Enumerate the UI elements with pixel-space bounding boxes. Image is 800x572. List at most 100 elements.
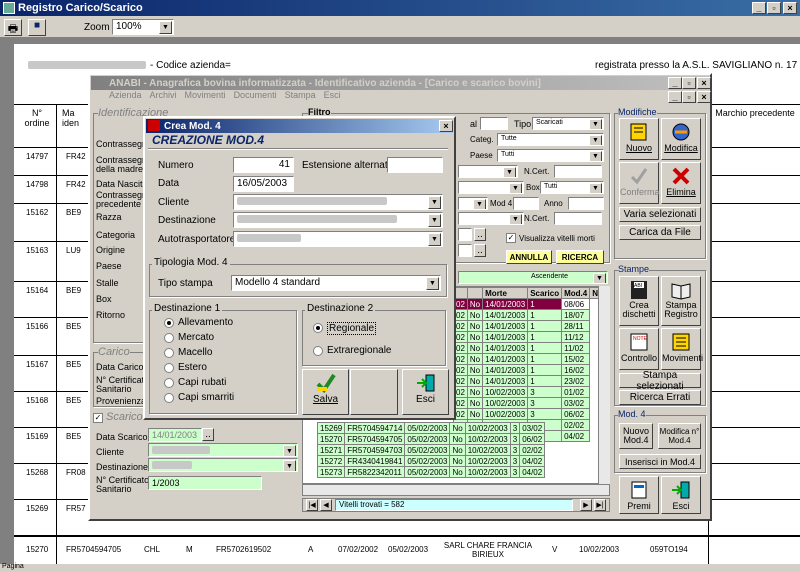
grid-row[interactable]: 02 No 14/01/2003 1 16/02 (453, 364, 609, 376)
dest-select[interactable]: ▼ (233, 212, 443, 228)
cert-scarico-field[interactable]: 1/2003 (148, 476, 262, 490)
nuovo-mod4-button[interactable]: Nuovo Mod.4 (619, 423, 653, 449)
data-scarico-button[interactable]: .. (202, 428, 214, 441)
ordine-select[interactable]: Ascendente ▼ (458, 271, 608, 284)
dest1-radio[interactable] (164, 378, 174, 388)
data-field[interactable]: 16/05/2003 (233, 176, 294, 192)
crea-dischetti-button[interactable]: ABI Crea dischetti (619, 276, 659, 326)
grid-row[interactable]: 02 No 14/01/2003 1 08/06 (453, 298, 609, 310)
menu-esci[interactable]: Esci (324, 90, 341, 104)
grid-row[interactable]: 02 No 14/01/2003 1 23/02 (453, 375, 609, 387)
grid-row[interactable]: 02 No 14/01/2003 1 11/02 (453, 342, 609, 354)
box-select[interactable]: Tutti ▼ (540, 181, 604, 194)
export-icon[interactable]: ■ (28, 19, 46, 36)
dest1-radio[interactable] (164, 318, 174, 328)
ncert-field[interactable] (554, 165, 602, 178)
stampa-sel-button[interactable]: Stampa selezionati (619, 370, 701, 392)
grid-hscroll[interactable] (302, 484, 610, 496)
menu-archivi[interactable]: Archivi (150, 90, 177, 104)
grid-row[interactable]: 02 No 14/01/2003 1 15/02 (453, 353, 609, 365)
inserisci-mod4-button[interactable]: Inserisci in Mod.4 (619, 454, 701, 469)
anabi-maximize[interactable]: ▫ (682, 77, 696, 89)
grid-row[interactable]: 02 No 14/01/2003 1 18/07 (453, 309, 609, 321)
child-restore[interactable]: ▫ (682, 91, 696, 103)
dest-scarico-field[interactable]: ▼ (148, 458, 298, 472)
filter-field-b[interactable]: ▼ (458, 181, 524, 194)
modifica-button[interactable]: Modifica (661, 118, 701, 160)
cliente-select[interactable]: ▼ (233, 194, 443, 210)
filter-e-button[interactable]: .. (474, 228, 486, 241)
carica-button[interactable]: Carica da File (619, 225, 701, 240)
filter-field-c[interactable]: ▼ (458, 197, 488, 210)
al-field[interactable] (480, 117, 508, 130)
dest1-radio[interactable] (164, 348, 174, 358)
grid-row[interactable]: 02 No 14/01/2003 1 11/12 (453, 331, 609, 343)
est-field[interactable] (387, 157, 443, 173)
child-close[interactable]: × (697, 91, 711, 103)
conferma-button[interactable]: Conferma (619, 162, 660, 204)
printer-icon[interactable]: 🖶 (4, 19, 22, 36)
categ-select[interactable]: Tutte ▼ (497, 133, 604, 146)
child-minimize[interactable]: _ (668, 91, 682, 103)
esci-anabi-button[interactable]: Esci (661, 476, 701, 514)
grid-vscroll[interactable] (598, 286, 610, 484)
data-scarico-field[interactable]: 14/01/2003 (148, 428, 202, 442)
filter-field-a[interactable]: ▼ (458, 165, 518, 178)
cliente-scarico-field[interactable]: ▼ (148, 443, 298, 457)
zoom-select[interactable]: 100% ▼ (112, 19, 174, 35)
grid-row[interactable]: 02 No 14/01/2003 1 28/11 (453, 320, 609, 332)
grid-full-row[interactable]: 15269 FR5704594714 05/02/2003 No 10/02/2003 3… (316, 422, 546, 434)
nuovo-button[interactable]: Nuovo (619, 118, 659, 160)
esci-dialog-button[interactable]: Esci (402, 369, 449, 415)
premi-button[interactable]: Premi (619, 476, 659, 514)
nav-next-button[interactable]: ▶ (580, 499, 592, 511)
ncert2-field[interactable] (554, 212, 602, 225)
movimenti-button[interactable]: Movimenti (661, 328, 703, 370)
auto-select[interactable]: ▼ (233, 231, 443, 247)
filter-f-button[interactable]: .. (474, 244, 486, 257)
nav-prev-button[interactable]: ◀ (320, 499, 332, 511)
modifica-mod4-button[interactable]: Modifica n° Mod.4 (658, 423, 701, 449)
varia-button[interactable]: Varia selezionati (619, 207, 701, 222)
nav-last-button[interactable]: ▶| (594, 499, 606, 511)
menu-movimenti[interactable]: Movimenti (185, 90, 226, 104)
tipo-select[interactable]: Scaricati ▼ (532, 117, 604, 130)
vis-morti-check[interactable]: ✓ (506, 233, 516, 243)
menu-stampa[interactable]: Stampa (285, 90, 316, 104)
stampa-registro-button[interactable]: Stampa Registro (661, 276, 701, 326)
filter-field-e[interactable] (458, 228, 472, 241)
grid-row[interactable]: 02 No 10/02/2003 3 01/02 (453, 386, 609, 398)
minimize-button[interactable]: _ (752, 2, 766, 14)
menu-documenti[interactable]: Documenti (234, 90, 277, 104)
grid-full-row[interactable]: 15273 FR5822342011 05/02/2003 No 10/02/2003 3… (316, 466, 546, 478)
anabi-minimize[interactable]: _ (668, 77, 682, 89)
grid-full-row[interactable]: 15272 FR4340419841 05/02/2003 No 10/02/2003 3… (316, 455, 546, 467)
controllo-button[interactable]: NOTE Controllo (619, 328, 659, 370)
dest1-radio[interactable] (164, 393, 174, 403)
ricerca-button[interactable]: RICERCA (556, 250, 604, 264)
dest2-radio[interactable] (313, 323, 323, 333)
dialog-close[interactable]: × (439, 120, 453, 132)
grid-full-row[interactable]: 15271 FR5704594703 05/02/2003 No 10/02/2003 3… (316, 444, 546, 456)
paese-select[interactable]: Tutti ▼ (497, 149, 604, 162)
dest2-radio[interactable] (313, 346, 323, 356)
dest1-radio[interactable] (164, 363, 174, 373)
filter-field-d[interactable]: ▼ (458, 212, 524, 225)
ricerca-errati-button[interactable]: Ricerca Errati (619, 390, 701, 405)
annulla-button[interactable]: ANNULLA (506, 250, 552, 264)
anno-field[interactable] (568, 197, 604, 210)
filter-field-f[interactable] (458, 244, 472, 257)
dest1-radio[interactable] (164, 333, 174, 343)
grid-row[interactable]: 02 No 10/02/2003 3 03/02 (453, 397, 609, 409)
menu-azienda[interactable]: Azienda (109, 90, 142, 104)
tipo-stampa-select[interactable]: Modello 4 standard ▼ (231, 275, 441, 291)
nav-first-button[interactable]: |◀ (306, 499, 318, 511)
scarico-check[interactable]: ✓ (93, 413, 103, 423)
close-button[interactable]: × (783, 2, 797, 14)
numero-field[interactable]: 41 (233, 157, 294, 173)
anabi-close[interactable]: × (697, 77, 711, 89)
mod4-field[interactable] (513, 197, 539, 210)
restore-button[interactable]: ▫ (767, 2, 781, 14)
elimina-button[interactable]: Elimina (661, 162, 701, 204)
grid-full-row[interactable]: 15270 FR5704594705 05/02/2003 No 10/02/2003 3… (316, 433, 546, 445)
